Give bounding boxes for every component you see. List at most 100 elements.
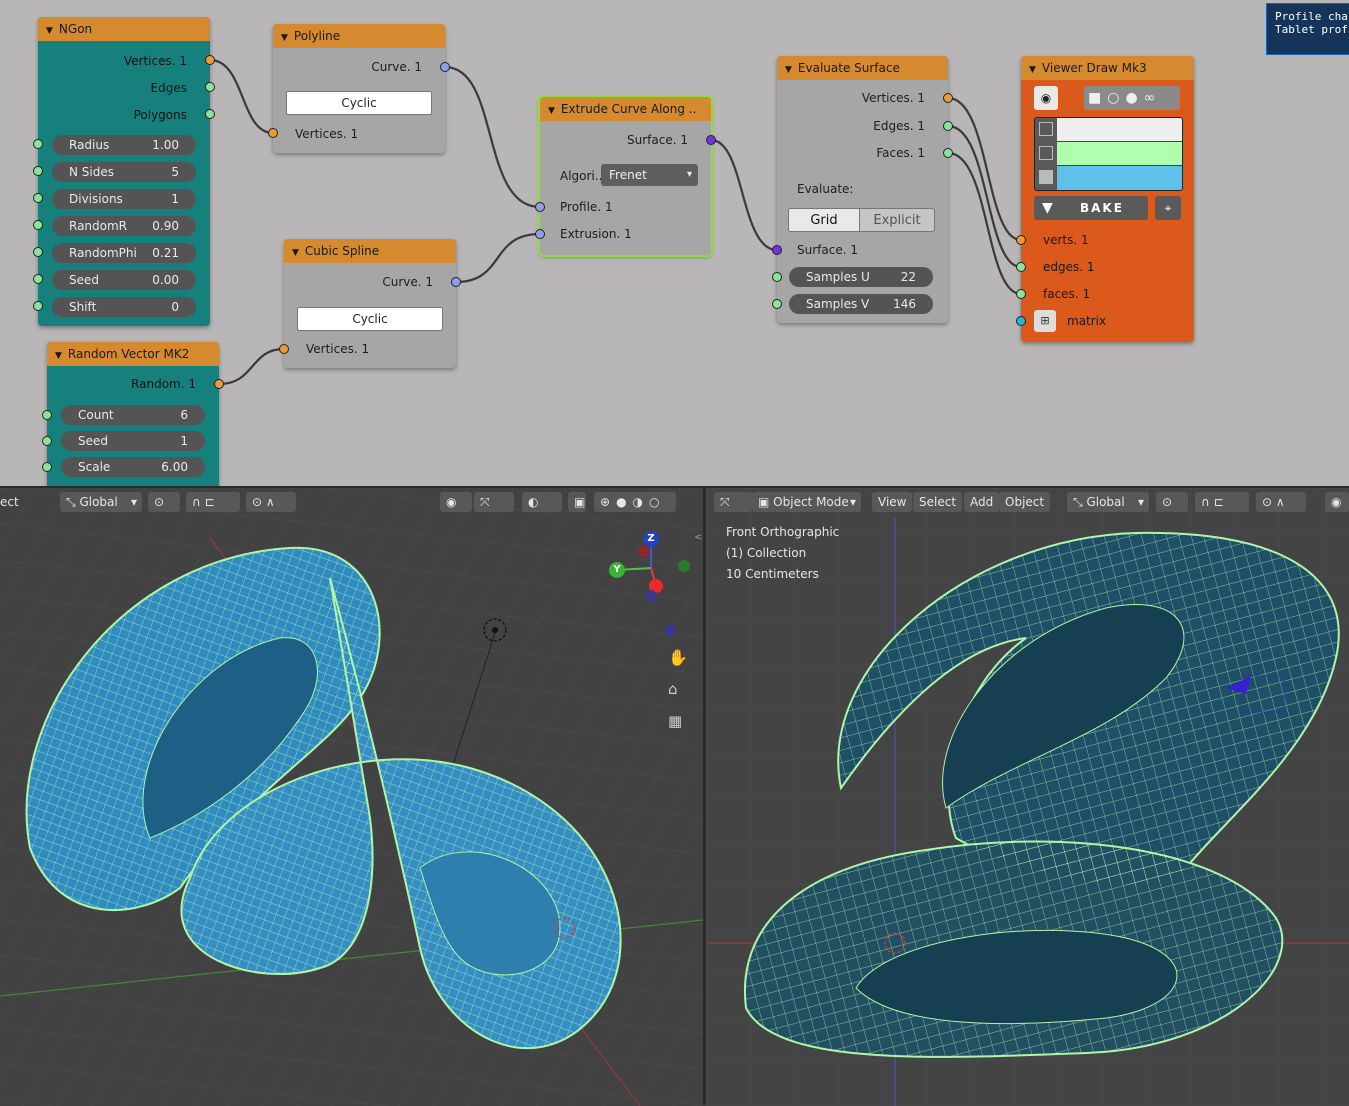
input-socket[interactable] <box>33 193 43 203</box>
randomphi-field[interactable]: RandomPhi 0.21 <box>52 243 196 263</box>
node-header[interactable]: ▼ NGon <box>38 17 210 41</box>
output-socket[interactable] <box>451 277 461 287</box>
output-socket[interactable] <box>205 82 215 92</box>
transform-orientation-dropdown[interactable]: ⤡ Global ▾ <box>60 492 142 512</box>
object-mode-dropdown[interactable]: ▣ Object Mode ▾ <box>752 492 861 512</box>
camera-icon[interactable]: ⌂ <box>668 680 678 698</box>
visibility-dropdown[interactable]: ◉ <box>1325 492 1349 512</box>
visibility-dropdown[interactable]: ◉ <box>440 492 472 512</box>
input-socket[interactable] <box>1016 235 1026 245</box>
node-header[interactable]: ▼ Evaluate Surface <box>777 56 948 80</box>
editor-type-dropdown[interactable]: ⤧ <box>714 492 752 512</box>
cyclic-toggle[interactable]: Cyclic <box>286 91 432 115</box>
input-socket[interactable] <box>772 272 782 282</box>
input-socket[interactable] <box>1016 262 1026 272</box>
viewport-perspective[interactable]: Z Y ⊕ ✋ ⌂ ▦ <> ect ⤡ Global▾ ⊙ ∩ ⊏ ⊙ ∧ ◉… <box>0 486 703 1106</box>
input-socket[interactable] <box>42 410 52 420</box>
grid-mode-button[interactable]: Grid <box>788 208 860 232</box>
input-socket[interactable] <box>279 344 289 354</box>
input-socket[interactable] <box>33 139 43 149</box>
viewport-front-orthographic[interactable]: Front Orthographic (1) Collection 10 Cen… <box>706 486 1349 1106</box>
nsides-field[interactable]: N Sides 5 <box>52 162 196 182</box>
pivot-dropdown[interactable]: ⊙ <box>148 492 180 512</box>
input-socket[interactable] <box>33 247 43 257</box>
grid-view-icon[interactable]: ▦ <box>668 712 682 730</box>
matrix-toggle-icon[interactable]: ⊞ <box>1034 310 1056 332</box>
scale-field[interactable]: Scale 6.00 <box>61 457 205 477</box>
snap-dropdown[interactable]: ∩ ⊏ <box>1195 492 1249 512</box>
eye-icon[interactable]: ◉ <box>1034 86 1058 110</box>
bake-options-icon[interactable]: ⌖ <box>1155 196 1181 220</box>
input-socket[interactable] <box>268 128 278 138</box>
node-header[interactable]: ▼ Random Vector MK2 <box>47 342 219 366</box>
proportional-edit-dropdown[interactable]: ⊙ ∧ <box>246 492 296 512</box>
face-color-swatch[interactable] <box>1057 166 1182 190</box>
count-field[interactable]: Count 6 <box>61 405 205 425</box>
xray-toggle[interactable]: ▣ <box>568 492 586 512</box>
output-socket[interactable] <box>440 62 450 72</box>
input-socket[interactable] <box>33 166 43 176</box>
samples-v-field[interactable]: Samples V 146 <box>789 294 933 314</box>
node-extrude-curve[interactable]: ▼ Extrude Curve Along .. Surface. 1 Algor… <box>538 95 713 257</box>
select-menu[interactable]: Select <box>913 492 963 512</box>
node-editor[interactable]: ▼ NGon Vertices. 1 Edges Polygons Radius 1… <box>0 0 1349 486</box>
seed-field[interactable]: Seed 1 <box>61 431 205 451</box>
gizmo-y-label[interactable]: Y <box>609 562 625 578</box>
view-menu[interactable]: View <box>872 492 913 512</box>
output-socket[interactable] <box>943 121 953 131</box>
randomr-field[interactable]: RandomR 0.90 <box>52 216 196 236</box>
snap-dropdown[interactable]: ∩ ⊏ <box>186 492 240 512</box>
face-toggle-icon[interactable] <box>1039 170 1053 184</box>
output-socket[interactable] <box>214 379 224 389</box>
node-viewer-draw[interactable]: ▼ Viewer Draw Mk3 ◉ ■○●∞ ▼ BAKE ⌖ verts. 1… <box>1021 56 1194 342</box>
input-socket[interactable] <box>42 462 52 472</box>
vertex-color-swatch[interactable] <box>1057 118 1182 141</box>
input-socket[interactable] <box>535 229 545 239</box>
pan-hand-icon[interactable]: ✋ <box>668 648 688 667</box>
output-socket[interactable] <box>205 109 215 119</box>
node-header[interactable]: ▼ Viewer Draw Mk3 <box>1021 56 1194 80</box>
input-socket[interactable] <box>33 301 43 311</box>
node-header[interactable]: ▼ Extrude Curve Along .. <box>540 97 711 121</box>
input-socket[interactable] <box>1016 316 1026 326</box>
edge-color-swatch[interactable] <box>1057 142 1182 165</box>
input-socket[interactable] <box>1016 289 1026 299</box>
node-header[interactable]: ▼ Polyline <box>273 24 445 48</box>
bake-button[interactable]: ▼ BAKE <box>1034 196 1148 220</box>
input-socket[interactable] <box>33 274 43 284</box>
algorithm-dropdown[interactable]: Frenet ▾ <box>601 164 698 186</box>
node-header[interactable]: ▼ Cubic Spline <box>284 239 456 263</box>
input-socket[interactable] <box>772 245 782 255</box>
collapse-toolbar-icon[interactable]: <> <box>694 532 703 543</box>
gizmo-z-label[interactable]: Z <box>643 531 659 547</box>
node-evaluate-surface[interactable]: ▼ Evaluate Surface Vertices. 1 Edges. 1 F… <box>777 56 948 323</box>
vertex-toggle-icon[interactable] <box>1039 122 1053 136</box>
divisions-field[interactable]: Divisions 1 <box>52 189 196 209</box>
node-cubic-spline[interactable]: ▼ Cubic Spline Curve. 1 Cyclic Vertices. … <box>284 239 456 368</box>
gizmo-dropdown[interactable]: ⤧ <box>474 492 514 512</box>
add-menu[interactable]: Add <box>964 492 1000 512</box>
node-polyline[interactable]: ▼ Polyline Curve. 1 Cyclic Vertices. 1 <box>273 24 445 153</box>
display-mode-toggles[interactable]: ■○●∞ <box>1084 86 1180 110</box>
output-socket[interactable] <box>943 148 953 158</box>
zoom-icon[interactable]: ⊕ <box>664 621 677 640</box>
object-menu[interactable]: Object <box>999 492 1051 512</box>
transform-orientation-dropdown[interactable]: ⤡ Global ▾ <box>1067 492 1149 512</box>
input-socket[interactable] <box>33 220 43 230</box>
output-socket[interactable] <box>706 135 716 145</box>
samples-u-field[interactable]: Samples U 22 <box>789 267 933 287</box>
explicit-mode-button[interactable]: Explicit <box>860 208 935 232</box>
pivot-dropdown[interactable]: ⊙ <box>1156 492 1188 512</box>
proportional-edit-dropdown[interactable]: ⊙ ∧ <box>1256 492 1306 512</box>
shading-buttons[interactable]: ⊕●◑○ <box>594 492 676 512</box>
input-socket[interactable] <box>535 202 545 212</box>
node-ngon[interactable]: ▼ NGon Vertices. 1 Edges Polygons Radius 1… <box>38 17 210 326</box>
output-socket[interactable] <box>205 55 215 65</box>
node-random-vector[interactable]: ▼ Random Vector MK2 Random. 1 Count 6 Seed… <box>47 342 219 486</box>
seed-field[interactable]: Seed 0.00 <box>52 270 196 290</box>
radius-field[interactable]: Radius 1.00 <box>52 135 196 155</box>
overlay-dropdown[interactable]: ◐ <box>522 492 562 512</box>
shift-field[interactable]: Shift 0 <box>52 297 196 317</box>
input-socket[interactable] <box>42 436 52 446</box>
output-socket[interactable] <box>943 93 953 103</box>
